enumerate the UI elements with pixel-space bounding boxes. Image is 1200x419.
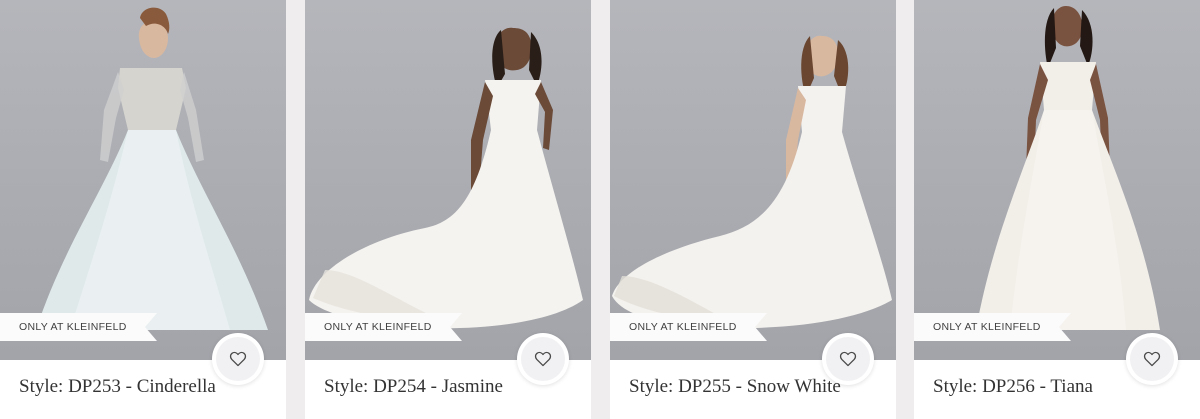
exclusive-badge: ONLY AT KLEINFELD: [914, 313, 1071, 341]
badge-tip: [1058, 313, 1071, 341]
favorite-button[interactable]: [1126, 333, 1178, 385]
favorite-button-inner: [1130, 337, 1174, 381]
product-card[interactable]: ONLY AT KLEINFELD Style: DP253 - Cindere…: [0, 0, 286, 419]
product-title[interactable]: Style: DP254 - Jasmine: [324, 376, 503, 398]
product-card[interactable]: ONLY AT KLEINFELD Style: DP255 - Snow Wh…: [610, 0, 896, 419]
exclusive-badge: ONLY AT KLEINFELD: [610, 313, 767, 341]
badge-label: ONLY AT KLEINFELD: [610, 313, 755, 341]
product-title[interactable]: Style: DP253 - Cinderella: [19, 376, 216, 398]
product-image[interactable]: [305, 0, 591, 360]
favorite-button[interactable]: [212, 333, 264, 385]
heart-outline-icon: [534, 351, 552, 367]
product-grid: ONLY AT KLEINFELD Style: DP253 - Cindere…: [0, 0, 1200, 419]
product-card[interactable]: ONLY AT KLEINFELD Style: DP254 - Jasmine: [305, 0, 591, 419]
product-image[interactable]: [0, 0, 286, 360]
heart-outline-icon: [1143, 351, 1161, 367]
product-image[interactable]: [914, 0, 1200, 360]
exclusive-badge: ONLY AT KLEINFELD: [305, 313, 462, 341]
favorite-button-inner: [521, 337, 565, 381]
favorite-button-inner: [826, 337, 870, 381]
badge-tip: [449, 313, 462, 341]
badge-label: ONLY AT KLEINFELD: [305, 313, 450, 341]
product-card[interactable]: ONLY AT KLEINFELD Style: DP256 - Tiana: [914, 0, 1200, 419]
heart-outline-icon: [229, 351, 247, 367]
product-title[interactable]: Style: DP256 - Tiana: [933, 376, 1093, 398]
favorite-button[interactable]: [517, 333, 569, 385]
badge-label: ONLY AT KLEINFELD: [0, 313, 145, 341]
heart-outline-icon: [839, 351, 857, 367]
product-image[interactable]: [610, 0, 896, 360]
badge-label: ONLY AT KLEINFELD: [914, 313, 1059, 341]
badge-tip: [144, 313, 157, 341]
product-title[interactable]: Style: DP255 - Snow White: [629, 376, 841, 398]
favorite-button-inner: [216, 337, 260, 381]
badge-tip: [754, 313, 767, 341]
exclusive-badge: ONLY AT KLEINFELD: [0, 313, 157, 341]
